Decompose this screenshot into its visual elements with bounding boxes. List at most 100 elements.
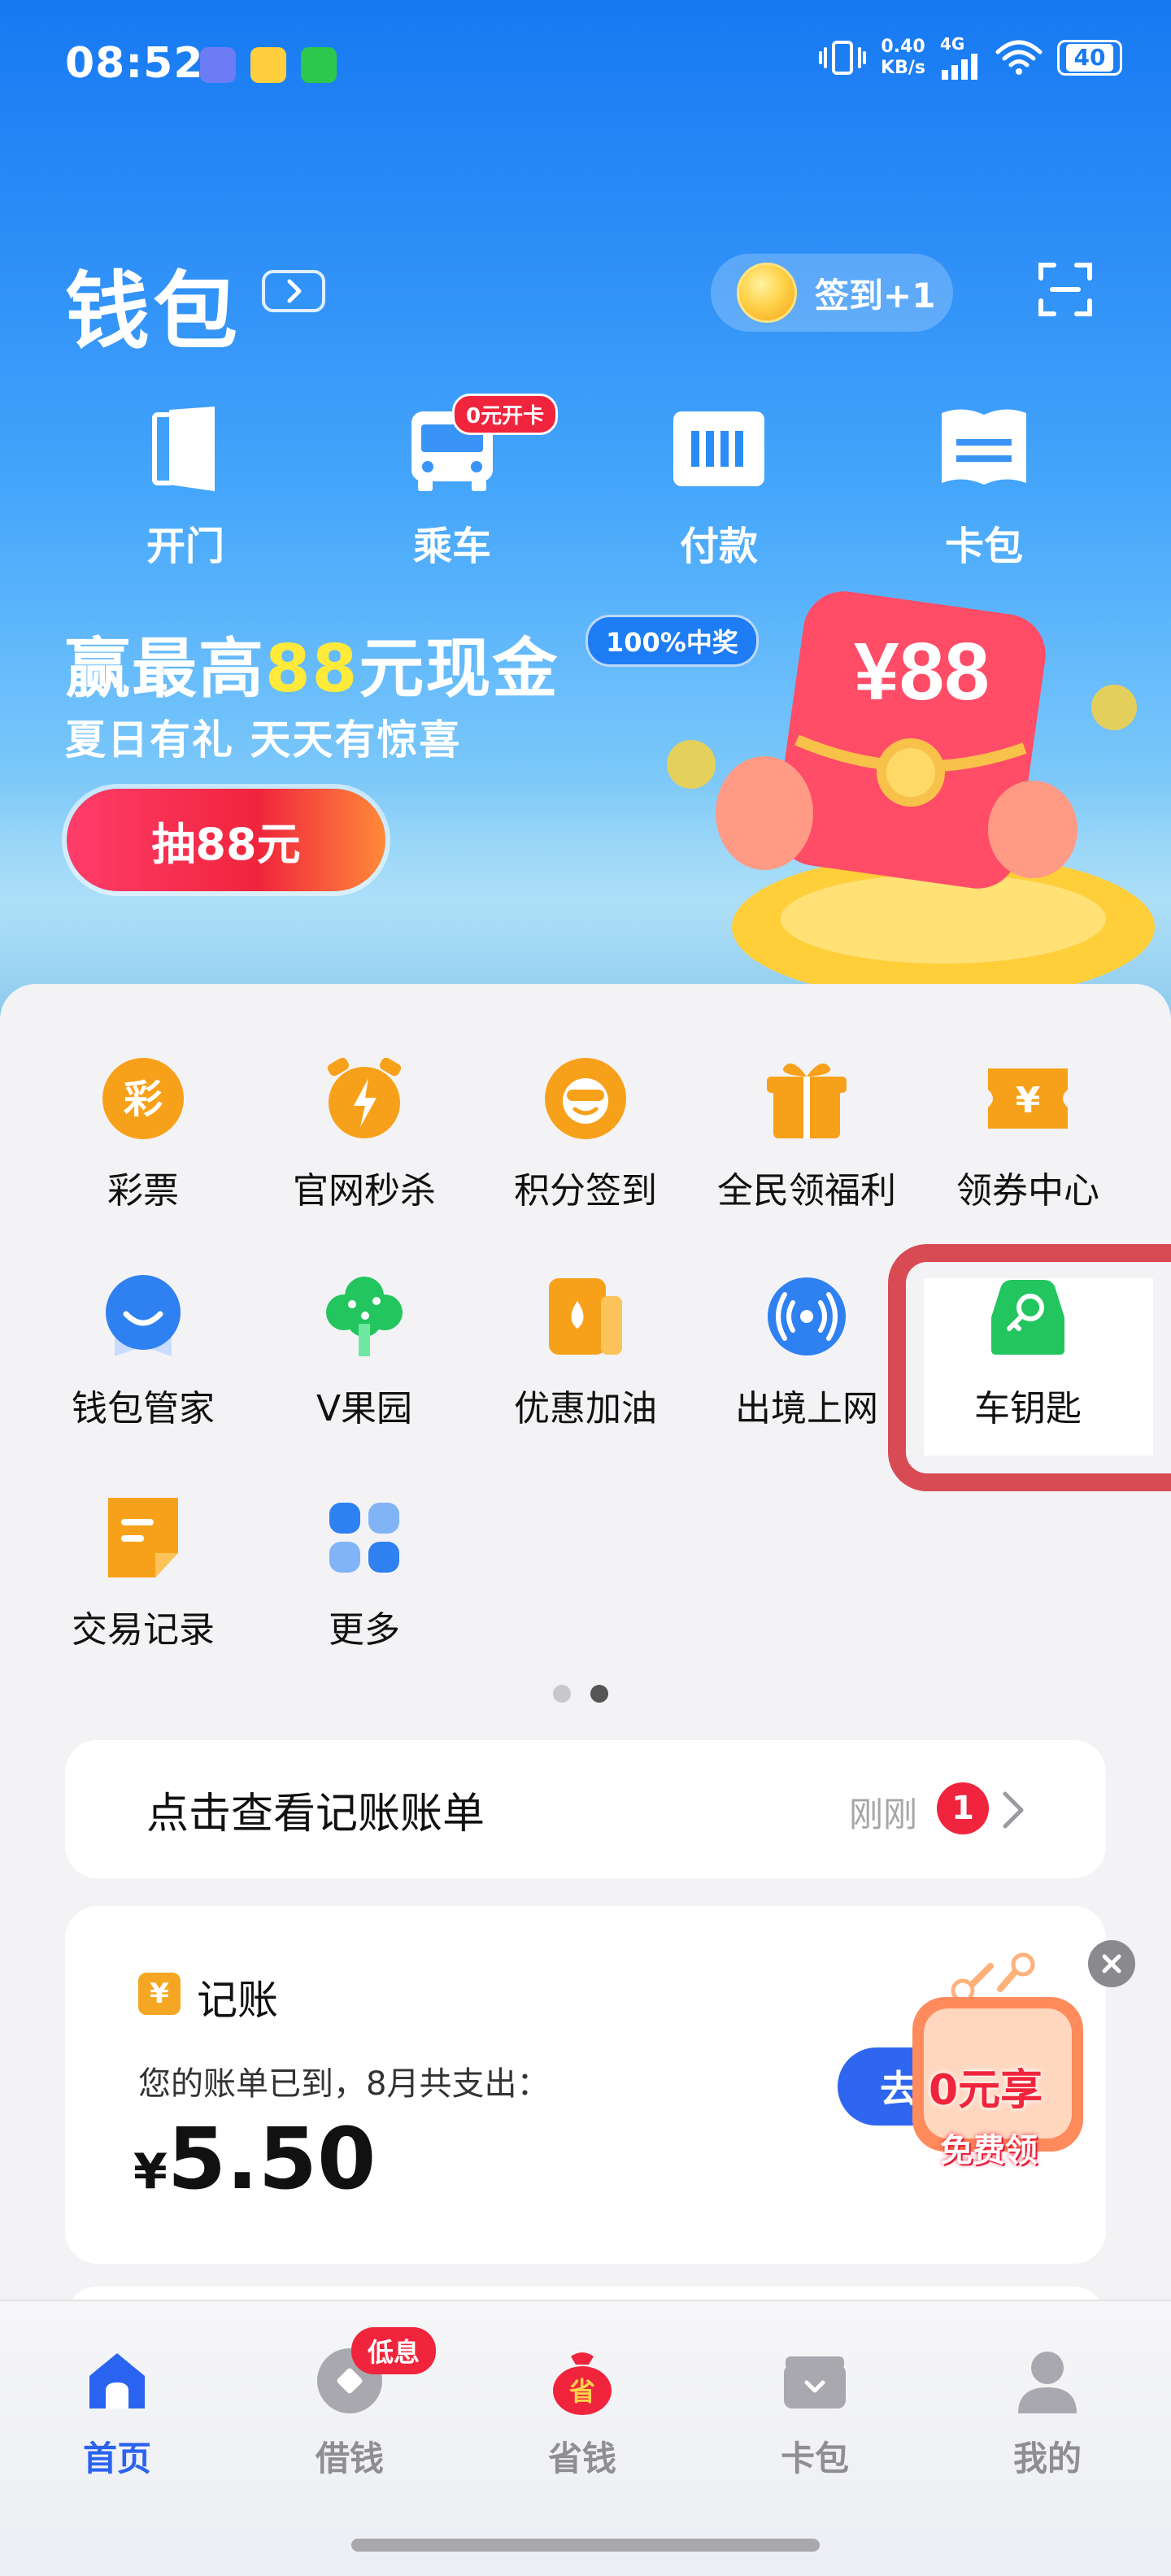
banner-title-part2: 元现金 — [359, 631, 559, 707]
battery-level: 40 — [1065, 44, 1114, 72]
gift-icon — [762, 1054, 851, 1143]
weibo-app-icon — [250, 47, 286, 83]
home-indicator[interactable] — [351, 2539, 820, 2552]
service-overseas-data[interactable]: 出境上网 — [696, 1272, 917, 1431]
nav-save-money[interactable]: 省 省钱 — [501, 2345, 664, 2481]
status-bar: 08:52 0.40 KB/s 4G 40 — [0, 0, 1171, 130]
bill-card-badge: 1 — [937, 1782, 989, 1834]
bottom-navigation: 首页 借钱 省 省钱 卡包 我的 — [0, 2300, 1171, 2576]
nav-profile[interactable]: 我的 — [966, 2345, 1129, 2481]
red-envelope-duck-illustration[interactable]: ¥88 — [642, 585, 1171, 992]
quick-action-pay[interactable]: 付款 — [629, 390, 808, 571]
service-label: 更多 — [329, 1609, 400, 1651]
card-book-icon — [935, 400, 1033, 498]
nav-label: 省钱 — [547, 2439, 616, 2478]
fuel-icon — [541, 1272, 630, 1361]
cellular-signal: 4G — [940, 36, 981, 80]
network-speed: 0.40 KB/s — [881, 37, 925, 79]
save-money-bag-icon: 省 — [546, 2345, 618, 2417]
points-checkin-icon — [541, 1054, 630, 1143]
ledger-icon: ¥ — [138, 1973, 181, 2015]
page-title: 钱包 — [65, 262, 242, 361]
service-label: 全民领福利 — [717, 1170, 896, 1212]
close-icon — [1102, 1954, 1121, 1973]
chevron-right-icon — [1003, 1791, 1024, 1829]
page-dot-active[interactable] — [590, 1685, 608, 1703]
banner-title-part1: 赢最高 — [65, 631, 265, 707]
checkin-button[interactable]: 签到+1 — [711, 254, 953, 332]
network-type: 4G — [940, 34, 965, 54]
envelope-text: ¥88 — [854, 626, 990, 717]
service-label: 积分签到 — [514, 1170, 657, 1212]
banner-title[interactable]: 赢最高88元现金 — [65, 616, 559, 711]
service-wallet-butler[interactable]: 钱包管家 — [33, 1272, 254, 1431]
service-label: 官网秒杀 — [293, 1170, 436, 1212]
network-speed-value: 0.40 — [881, 37, 925, 57]
bill-card-title: 点击查看记账账单 — [146, 1790, 485, 1838]
close-promo-button[interactable] — [1088, 1940, 1135, 1987]
page-indicator[interactable] — [553, 1685, 608, 1703]
ledger-amount-value: 5.50 — [167, 2109, 377, 2208]
door-icon — [137, 400, 234, 498]
service-more[interactable]: 更多 — [254, 1493, 475, 1652]
borrow-badge: 低息 — [351, 2327, 437, 2374]
ledger-amount: ¥5.50 — [133, 2109, 376, 2208]
service-transaction-record[interactable]: 交易记录 — [33, 1493, 254, 1652]
ledger-description: 您的账单已到，8月共支出： — [138, 2065, 550, 2103]
service-fuel-discount[interactable]: 优惠加油 — [475, 1272, 696, 1431]
nav-label: 我的 — [1012, 2439, 1082, 2478]
quick-action-label: 卡包 — [944, 524, 1023, 569]
service-label: 领券中心 — [956, 1170, 1099, 1212]
promo-title: 0元享 — [929, 2066, 1043, 2115]
cellular-signal-icon — [942, 54, 977, 80]
svg-text:彩: 彩 — [124, 1077, 163, 1122]
quick-action-label: 乘车 — [412, 524, 491, 569]
ride-badge: 0元开卡 — [452, 394, 559, 435]
service-points-checkin[interactable]: 积分签到 — [475, 1054, 696, 1213]
svg-text:省: 省 — [569, 2376, 595, 2407]
coin-icon — [737, 263, 797, 323]
bill-card-time: 刚刚 — [849, 1795, 918, 1834]
title-expand-button[interactable] — [262, 270, 325, 312]
service-car-key[interactable]: 车钥匙 — [917, 1272, 1138, 1431]
car-key-icon — [983, 1272, 1073, 1361]
service-label: 彩票 — [107, 1170, 179, 1212]
tree-icon — [320, 1272, 409, 1361]
status-right-cluster: 0.40 KB/s 4G 40 — [819, 36, 1122, 80]
service-flash-sale[interactable]: 官网秒杀 — [254, 1054, 475, 1213]
service-v-orchard[interactable]: V果园 — [254, 1272, 475, 1431]
service-coupon-center[interactable]: ¥ 领券中心 — [917, 1054, 1138, 1213]
wifi-icon — [995, 40, 1043, 75]
svg-text:¥: ¥ — [1016, 1080, 1041, 1121]
vivo-app-icon — [200, 47, 236, 83]
quick-action-open-door[interactable]: 开门 — [96, 390, 275, 571]
scan-icon[interactable] — [1038, 262, 1093, 317]
service-label: 钱包管家 — [72, 1388, 215, 1429]
nav-label: 卡包 — [780, 2439, 849, 2478]
wallet-header: 08:52 0.40 KB/s 4G 40 钱包 签到+1 开门 乘车 付款 卡… — [0, 0, 1171, 1025]
service-label: 出境上网 — [735, 1388, 878, 1429]
transaction-record-icon — [98, 1493, 188, 1582]
vibrate-icon — [819, 41, 867, 75]
page-dot[interactable] — [553, 1685, 571, 1703]
service-welfare[interactable]: 全民领福利 — [696, 1054, 917, 1213]
quick-action-label: 开门 — [146, 524, 224, 569]
quick-action-label: 付款 — [679, 524, 758, 569]
nav-card-wallet[interactable]: 卡包 — [734, 2345, 896, 2481]
barcode-icon — [670, 400, 768, 498]
draw-88-button[interactable]: 抽88元 — [67, 789, 385, 891]
promo-subtitle: 免费领 — [940, 2132, 1038, 2169]
bill-card[interactable]: 点击查看记账账单 刚刚 1 — [65, 1740, 1106, 1878]
chevron-right-icon — [287, 279, 302, 303]
coupon-icon: ¥ — [983, 1054, 1073, 1143]
quick-actions: 开门 乘车 付款 卡包 — [0, 390, 1171, 569]
service-lottery[interactable]: 彩 彩票 — [33, 1054, 254, 1213]
nav-label: 借钱 — [315, 2439, 384, 2478]
nav-home[interactable]: 首页 — [36, 2345, 198, 2481]
ledger-title: 记账 — [197, 1977, 278, 2024]
battery-indicator: 40 — [1057, 40, 1122, 76]
lottery-icon: 彩 — [98, 1054, 188, 1143]
quick-action-card-book[interactable]: 卡包 — [895, 390, 1073, 571]
home-icon — [81, 2345, 153, 2417]
service-label: V果园 — [316, 1388, 413, 1429]
